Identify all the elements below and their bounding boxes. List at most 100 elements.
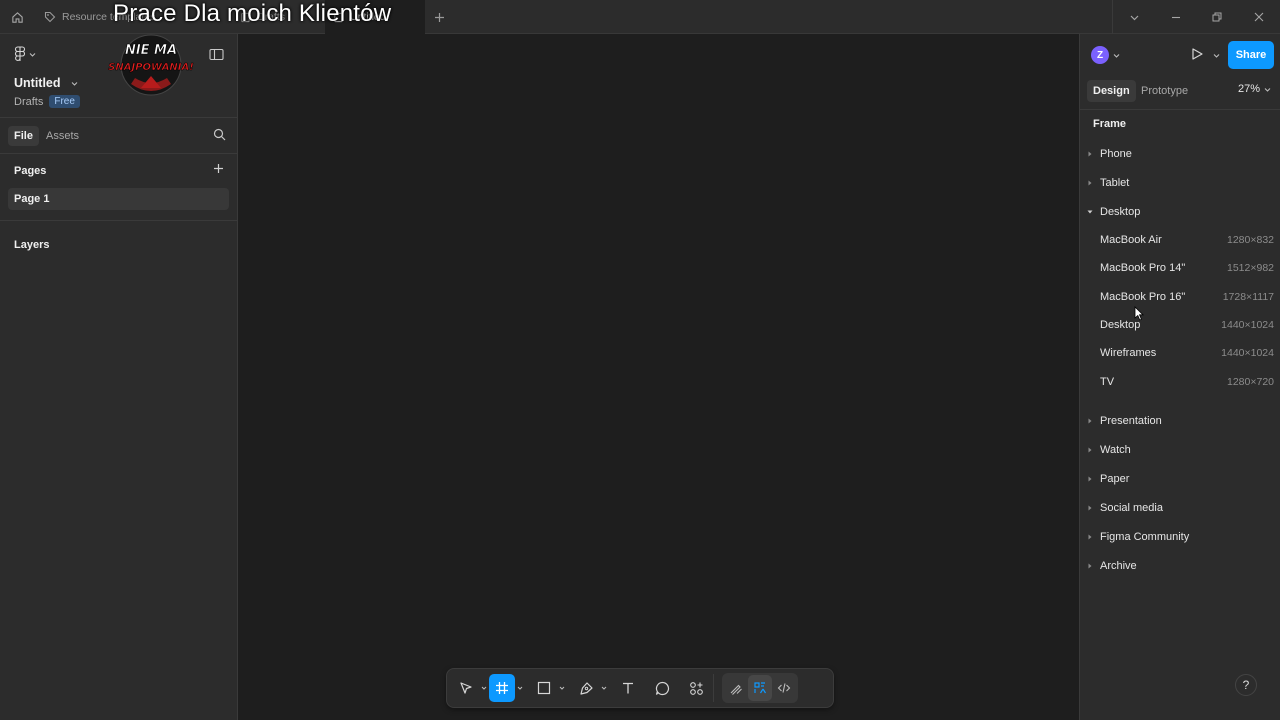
comment-tool[interactable]	[649, 674, 675, 702]
tab-file[interactable]: File	[8, 126, 39, 146]
mode-switcher	[722, 673, 798, 703]
frame-tool-menu[interactable]	[515, 674, 525, 702]
present-menu[interactable]	[1213, 50, 1220, 62]
file-header: NIE MA SNAJPOWANIA! Untitled Drafts Free	[0, 34, 237, 118]
pages-header: Pages	[0, 154, 237, 188]
preset-name: TV	[1100, 376, 1115, 388]
chevron-right-icon	[1088, 476, 1092, 482]
frame-category-desktop[interactable]: Desktop	[1080, 202, 1280, 222]
present-button[interactable]	[1190, 47, 1204, 64]
tab-prototype[interactable]: Prototype	[1135, 80, 1194, 102]
frame-icon	[496, 682, 508, 694]
layers-label: Layers	[14, 239, 50, 251]
frame-category-figma-community[interactable]: Figma Community	[1080, 527, 1280, 547]
frame-section-title: Frame	[1093, 118, 1127, 130]
svg-text:NIE MA: NIE MA	[125, 43, 177, 58]
tabs-menu-button[interactable]	[1114, 0, 1154, 34]
category-label: Desktop	[1100, 206, 1141, 218]
play-icon	[1192, 48, 1203, 60]
frame-preset[interactable]: Desktop 1440×1024	[1080, 314, 1280, 336]
chevron-right-icon	[1088, 418, 1092, 424]
frame-category-phone[interactable]: Phone	[1080, 144, 1280, 164]
restore-icon	[1212, 12, 1222, 22]
avatar[interactable]: Z	[1091, 46, 1109, 64]
page-item[interactable]: Page 1	[8, 188, 229, 210]
text-tool[interactable]	[615, 674, 641, 702]
category-label: Presentation	[1100, 415, 1162, 427]
rectangle-icon	[537, 681, 551, 695]
home-button[interactable]	[0, 0, 34, 34]
restore-button[interactable]	[1197, 0, 1237, 34]
frame-category-social-media[interactable]: Social media	[1080, 498, 1280, 518]
category-label: Paper	[1100, 473, 1130, 485]
file-name-button[interactable]: Untitled	[14, 76, 78, 90]
frame-preset[interactable]: MacBook Pro 16" 1728×1117	[1080, 286, 1280, 308]
chevron-down-icon	[71, 81, 77, 86]
new-tab-button[interactable]	[430, 0, 448, 34]
canvas[interactable]	[238, 34, 1079, 720]
actions-tool[interactable]	[683, 674, 709, 702]
chevron-right-icon	[1088, 563, 1092, 569]
zoom-menu[interactable]: 27%	[1238, 83, 1271, 95]
comment-icon	[655, 681, 669, 695]
svg-text:SNAJPOWANIA!: SNAJPOWANIA!	[108, 62, 194, 73]
chevron-down-icon	[1213, 54, 1220, 58]
chevron-down-icon	[517, 686, 523, 690]
tab-assets[interactable]: Assets	[40, 126, 85, 146]
chevron-down-icon	[481, 686, 487, 690]
tag-icon	[44, 11, 56, 23]
chevron-right-icon	[1088, 447, 1092, 453]
frame-preset[interactable]: Wireframes 1440×1024	[1080, 342, 1280, 364]
preset-size: 1440×1024	[1221, 319, 1274, 331]
chevron-right-icon	[1088, 534, 1092, 540]
frame-preset[interactable]: MacBook Pro 14" 1512×982	[1080, 257, 1280, 279]
main-menu-button[interactable]	[14, 46, 36, 62]
avatar-menu[interactable]	[1113, 50, 1120, 62]
pen-tool-menu[interactable]	[599, 674, 609, 702]
frame-category-presentation[interactable]: Presentation	[1080, 411, 1280, 431]
frame-preset[interactable]: MacBook Air 1280×832	[1080, 229, 1280, 251]
dev-mode-button[interactable]	[772, 675, 796, 701]
pen-tool[interactable]	[573, 674, 599, 702]
plan-badge[interactable]: Free	[49, 95, 80, 108]
toggle-ui-button[interactable]	[209, 48, 224, 64]
file-location: Drafts Free	[14, 95, 80, 108]
chevron-down-icon	[601, 686, 607, 690]
preset-size: 1280×832	[1226, 234, 1274, 246]
left-panel: NIE MA SNAJPOWANIA! Untitled Drafts Free…	[0, 34, 238, 720]
help-button[interactable]: ?	[1235, 674, 1257, 696]
preset-name: Wireframes	[1100, 347, 1157, 359]
category-label: Tablet	[1100, 177, 1130, 189]
rectangle-tool[interactable]	[531, 674, 557, 702]
pages-label: Pages	[14, 165, 47, 177]
move-tool[interactable]	[453, 674, 479, 702]
design-mode-button[interactable]	[748, 675, 772, 701]
frame-category-tablet[interactable]: Tablet	[1080, 173, 1280, 193]
frame-preset[interactable]: TV 1280×720	[1080, 371, 1280, 393]
draw-mode-button[interactable]	[724, 675, 748, 701]
chevron-down-icon	[1113, 54, 1120, 58]
chevron-right-icon	[1088, 180, 1092, 186]
move-icon	[460, 682, 472, 694]
frame-category-paper[interactable]: Paper	[1080, 469, 1280, 489]
divider	[1112, 0, 1113, 34]
move-tool-menu[interactable]	[479, 674, 489, 702]
share-button[interactable]: Share	[1228, 41, 1274, 69]
category-label: Figma Community	[1100, 531, 1190, 543]
frame-tool[interactable]	[489, 674, 515, 702]
category-label: Phone	[1100, 148, 1132, 160]
close-window-button[interactable]	[1239, 0, 1279, 34]
file-location-link[interactable]: Drafts	[14, 96, 43, 108]
search-button[interactable]	[213, 128, 226, 144]
file-name: Untitled	[14, 76, 61, 90]
draw-mode-icon	[730, 684, 742, 695]
frame-category-archive[interactable]: Archive	[1080, 556, 1280, 576]
frame-category-watch[interactable]: Watch	[1080, 440, 1280, 460]
add-page-button[interactable]	[213, 163, 224, 177]
minimize-icon	[1172, 16, 1180, 19]
tab-design[interactable]: Design	[1087, 80, 1136, 102]
divider	[713, 674, 714, 702]
minimize-button[interactable]	[1156, 0, 1196, 34]
close-icon	[1254, 12, 1264, 22]
shape-tool-menu[interactable]	[557, 674, 567, 702]
